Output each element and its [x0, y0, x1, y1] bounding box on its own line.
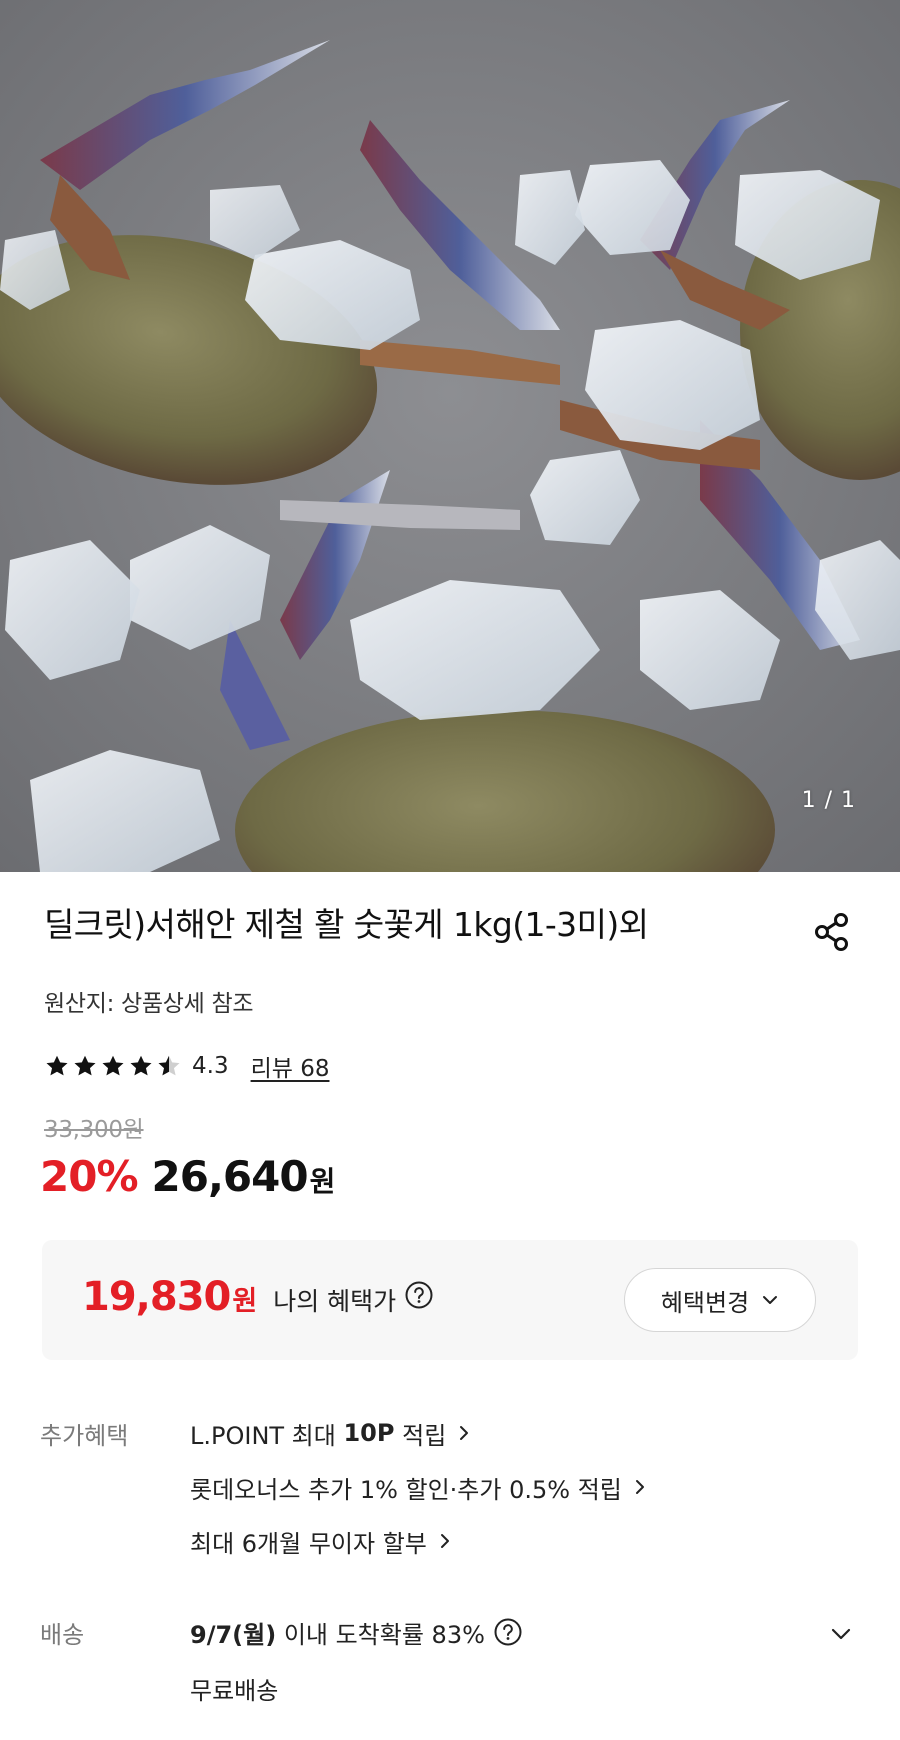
benefit-item-text: L.POINT 최대: [190, 1421, 344, 1450]
chevron-down-icon: [763, 1296, 778, 1304]
crab-photo: [0, 0, 900, 872]
star-icon: [130, 1055, 152, 1076]
sale-price: 26,640: [151, 1152, 309, 1201]
product-image[interactable]: 1 / 1: [0, 0, 900, 872]
extra-benefits-label: 추가혜택: [40, 1422, 129, 1450]
benefit-item-lotte-owners[interactable]: 롯데오너스 추가 1% 할인·추가 0.5% 적립: [190, 1470, 830, 1504]
change-benefit-label: 혜택변경: [660, 1288, 750, 1317]
benefit-item-lpoint[interactable]: L.POINT 최대 10P 적립: [190, 1416, 830, 1450]
delivery-estimate: 9/7(월) 이내 도착확률 83%: [190, 1615, 523, 1649]
shipping-fee: 무료배송: [190, 1677, 279, 1705]
review-link[interactable]: 리뷰 68: [251, 1049, 330, 1083]
product-header: 딜크릿)서해안 제철 활 숫꽃게 1kg(1-3미)외: [44, 900, 864, 951]
benefit-label: 나의 혜택가: [273, 1287, 397, 1316]
benefit-item-text-end: 적립: [394, 1421, 447, 1450]
chevron-right-icon: [460, 1426, 469, 1440]
star-icon: [74, 1055, 96, 1076]
share-icon: [815, 913, 848, 951]
benefit-item-text: 롯데오너스 추가 1% 할인·추가 0.5% 적립: [190, 1475, 622, 1504]
image-counter: 1 / 1: [801, 788, 856, 813]
star-rating: [44, 1053, 182, 1079]
help-icon[interactable]: [404, 1280, 434, 1310]
star-icon: [102, 1055, 124, 1076]
benefit-item-bold: 10P: [343, 1419, 395, 1447]
rating-row: 4.3 리뷰 68: [44, 1050, 329, 1082]
change-benefit-button[interactable]: 혜택변경: [624, 1268, 816, 1332]
benefit-item-text: 최대 6개월 무이자 할부: [190, 1529, 427, 1558]
benefit-panel: 19,830 원 나의 혜택가 혜택변경: [42, 1240, 858, 1360]
chevron-down-icon[interactable]: [828, 1621, 854, 1647]
benefit-price: 19,830: [82, 1274, 231, 1320]
product-title: 딜크릿)서해안 제철 활 숫꽃게 1kg(1-3미)외: [44, 905, 649, 944]
original-price: 33,300원: [44, 1117, 144, 1143]
delivery-probability: 이내 도착확률 83%: [276, 1620, 485, 1649]
discount-rate: 20%: [40, 1152, 139, 1201]
extra-benefits-list: L.POINT 최대 10P 적립 롯데오너스 추가 1% 할인·추가 0.5%…: [190, 1416, 830, 1578]
rating-value: 4.3: [192, 1053, 229, 1079]
shipping-label: 배송: [40, 1621, 85, 1649]
help-icon[interactable]: [493, 1617, 523, 1647]
benefit-price-row: 19,830 원 나의 혜택가: [82, 1274, 434, 1320]
chevron-right-icon: [635, 1480, 644, 1494]
star-half-icon: [158, 1055, 180, 1076]
origin-info: 원산지: 상품상세 참조: [44, 991, 254, 1017]
currency-unit: 원: [309, 1165, 336, 1198]
price-row: 20% 26,640 원: [40, 1152, 335, 1201]
delivery-date: 9/7(월): [190, 1620, 277, 1649]
benefit-item-installment[interactable]: 최대 6개월 무이자 할부: [190, 1524, 830, 1558]
benefit-currency: 원: [232, 1286, 258, 1317]
chevron-right-icon: [440, 1534, 449, 1548]
star-icon: [46, 1055, 68, 1076]
share-button[interactable]: [808, 908, 856, 956]
